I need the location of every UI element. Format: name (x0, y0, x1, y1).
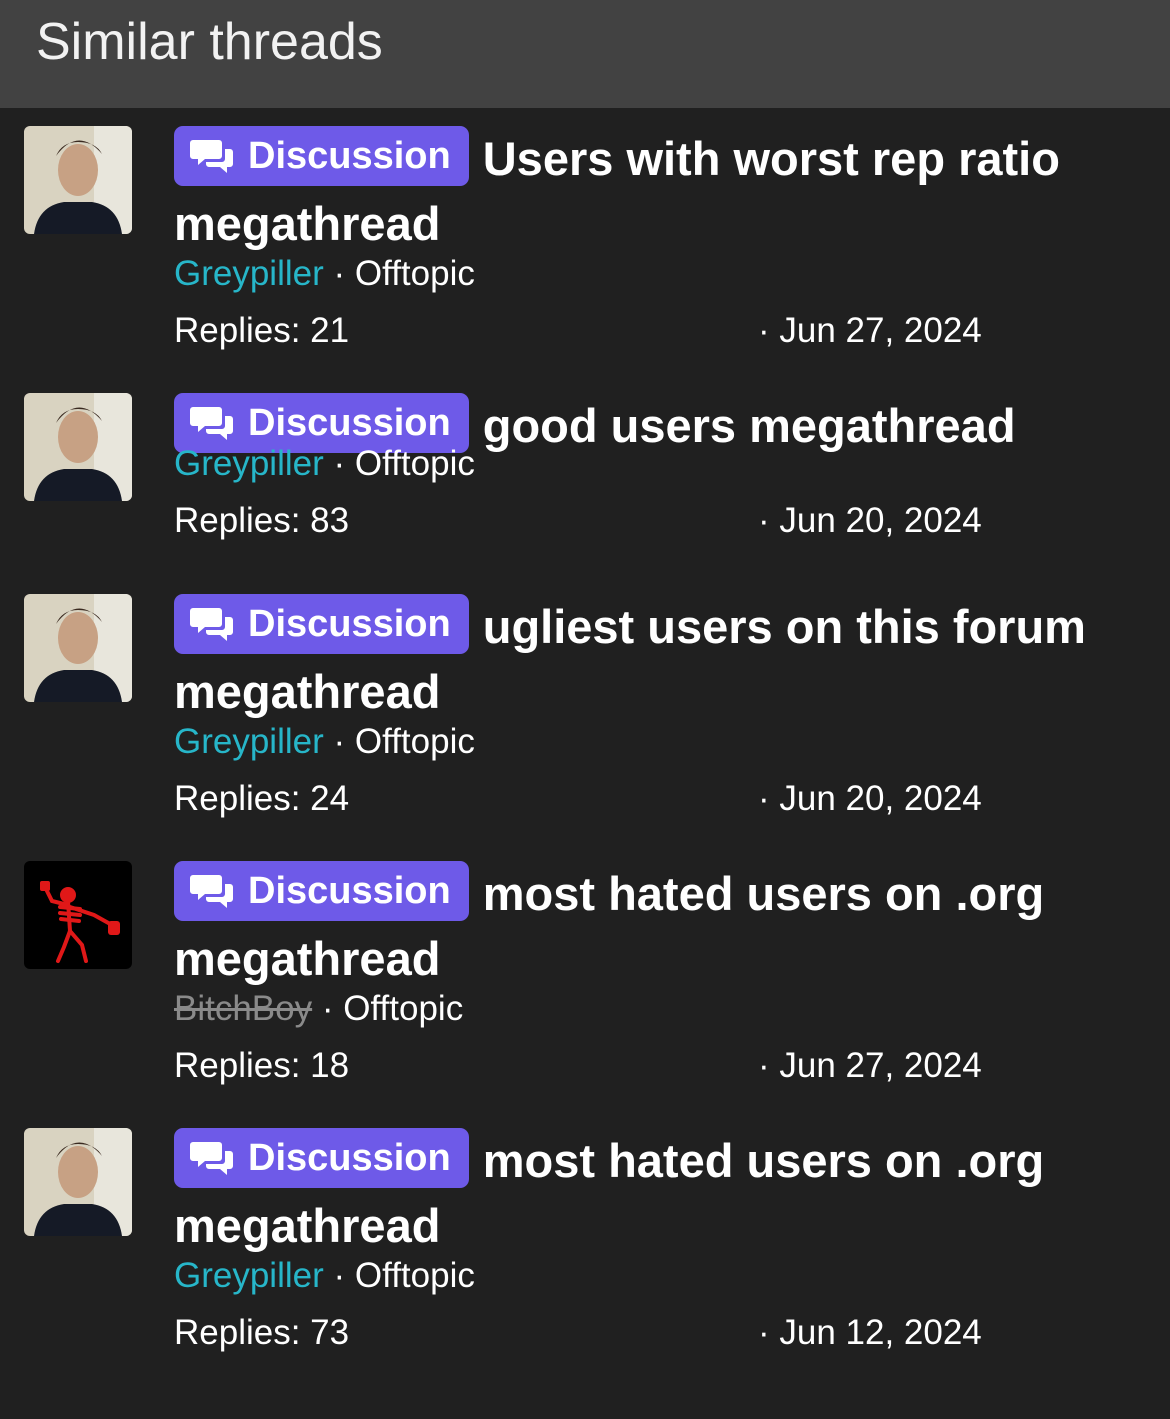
comments-icon (190, 608, 233, 641)
thread-meta: Greypiller · Offtopic (174, 722, 1134, 762)
meta-separator: · (323, 444, 355, 483)
thread-stats: Replies: 83 · Jun 20, 2024 (174, 501, 1134, 541)
avatar[interactable] (24, 393, 132, 501)
thread-item[interactable]: Discussion most hated users on .org mega… (0, 1128, 1170, 1368)
person-avatar-icon (24, 1128, 132, 1236)
meta-separator: · (323, 1256, 355, 1295)
thread-title-text[interactable]: good users megathread (483, 399, 1016, 452)
badge-label: Discussion (248, 603, 451, 645)
thread-stats: Replies: 21 · Jun 27, 2024 (174, 311, 1134, 351)
author-link[interactable]: BitchBoy (174, 989, 312, 1028)
discussion-badge[interactable]: Discussion (174, 861, 469, 921)
thread-date: · Jun 20, 2024 (758, 779, 982, 818)
replies-count: Replies: 73 (174, 1313, 350, 1352)
forum-link[interactable]: Offtopic (355, 1256, 475, 1295)
thread-stats: Replies: 18 · Jun 27, 2024 (174, 1046, 1134, 1086)
thread-item[interactable]: Discussion good users megathread Greypil… (0, 393, 1170, 573)
thread-title[interactable]: Discussion ugliest users on this forum m… (174, 594, 1134, 724)
author-link[interactable]: Greypiller (174, 444, 324, 483)
discussion-badge[interactable]: Discussion (174, 1128, 469, 1188)
replies-count: Replies: 18 (174, 1046, 350, 1085)
replies-count: Replies: 24 (174, 779, 350, 818)
similar-threads-header: Similar threads (0, 0, 1170, 108)
replies-count: Replies: 83 (174, 501, 350, 540)
thread-date: · Jun 12, 2024 (758, 1313, 982, 1352)
forum-link[interactable]: Offtopic (355, 722, 475, 761)
thread-title[interactable]: Discussion most hated users on .org mega… (174, 861, 1134, 991)
avatar[interactable] (24, 126, 132, 234)
badge-label: Discussion (248, 135, 451, 177)
thread-stats: Replies: 24 · Jun 20, 2024 (174, 779, 1134, 819)
meta-separator: · (323, 722, 355, 761)
thread-meta: BitchBoy · Offtopic (174, 989, 1134, 1029)
badge-label: Discussion (248, 870, 451, 912)
thread-date: · Jun 27, 2024 (758, 1046, 982, 1085)
thread-title[interactable]: Discussion Users with worst rep ratio me… (174, 126, 1134, 256)
forum-link[interactable]: Offtopic (355, 444, 475, 483)
forum-link[interactable]: Offtopic (343, 989, 463, 1028)
thread-date: · Jun 27, 2024 (758, 311, 982, 350)
avatar[interactable] (24, 594, 132, 702)
thread-date: · Jun 20, 2024 (758, 501, 982, 540)
comments-icon (190, 140, 233, 173)
discussion-badge[interactable]: Discussion (174, 126, 469, 186)
author-link[interactable]: Greypiller (174, 722, 324, 761)
thread-item[interactable]: Discussion Users with worst rep ratio me… (0, 126, 1170, 366)
thread-item[interactable]: Discussion most hated users on .org mega… (0, 861, 1170, 1101)
badge-label: Discussion (248, 1137, 451, 1179)
replies-count: Replies: 21 (174, 311, 350, 350)
author-link[interactable]: Greypiller (174, 254, 324, 293)
thread-item[interactable]: Discussion ugliest users on this forum m… (0, 594, 1170, 834)
skeleton-avatar-icon (24, 861, 132, 969)
author-link[interactable]: Greypiller (174, 1256, 324, 1295)
meta-separator: · (312, 989, 344, 1028)
person-avatar-icon (24, 126, 132, 234)
forum-link[interactable]: Offtopic (355, 254, 475, 293)
thread-title[interactable]: Discussion most hated users on .org mega… (174, 1128, 1134, 1258)
thread-meta: Greypiller · Offtopic (174, 1256, 1134, 1296)
section-title: Similar threads (36, 13, 383, 71)
comments-icon (190, 875, 233, 908)
meta-separator: · (323, 254, 355, 293)
thread-stats: Replies: 73 · Jun 12, 2024 (174, 1313, 1134, 1353)
discussion-badge[interactable]: Discussion (174, 594, 469, 654)
comments-icon (190, 1142, 233, 1175)
avatar[interactable] (24, 1128, 132, 1236)
comments-icon (190, 407, 233, 440)
person-avatar-icon (24, 594, 132, 702)
person-avatar-icon (24, 393, 132, 501)
avatar[interactable] (24, 861, 132, 969)
thread-meta: Greypiller · Offtopic (174, 254, 1134, 294)
